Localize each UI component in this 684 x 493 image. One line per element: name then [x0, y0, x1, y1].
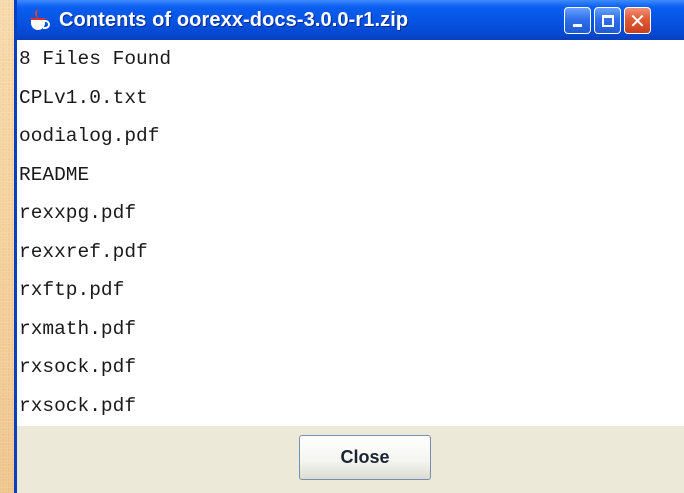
list-item[interactable]: oodialog.pdf — [17, 117, 684, 156]
window-title: Contents of oorexx-docs-3.0.0-r1.zip — [59, 8, 409, 31]
minimize-button[interactable] — [564, 7, 591, 34]
list-item[interactable]: CPLv1.0.txt — [17, 79, 684, 118]
list-item[interactable]: README — [17, 156, 684, 195]
file-list: 8 Files Found CPLv1.0.txt oodialog.pdf R… — [17, 40, 684, 425]
zip-contents-window: Contents of oorexx-docs-3.0.0-r1.zip ✕ 8… — [14, 0, 684, 493]
close-button[interactable]: Close — [299, 435, 431, 480]
java-coffee-cup-icon — [27, 8, 51, 32]
close-window-button[interactable]: ✕ — [624, 7, 651, 34]
list-item[interactable]: rxftp.pdf — [17, 271, 684, 310]
button-bar: Close — [17, 426, 684, 493]
list-item[interactable]: rxsock.pdf — [17, 387, 684, 426]
list-item[interactable]: rxsock.pdf — [17, 348, 684, 387]
list-item[interactable]: rxmath.pdf — [17, 310, 684, 349]
close-icon: ✕ — [629, 8, 646, 33]
maximize-button[interactable] — [594, 7, 621, 34]
file-list-panel: 8 Files Found CPLv1.0.txt oodialog.pdf R… — [17, 40, 684, 426]
minimize-icon — [573, 24, 582, 27]
list-item[interactable]: rexxref.pdf — [17, 233, 684, 272]
maximize-icon — [601, 14, 614, 27]
title-bar[interactable]: Contents of oorexx-docs-3.0.0-r1.zip ✕ — [17, 0, 684, 40]
list-item[interactable]: rexxpg.pdf — [17, 194, 684, 233]
file-count-label: 8 Files Found — [19, 48, 172, 70]
